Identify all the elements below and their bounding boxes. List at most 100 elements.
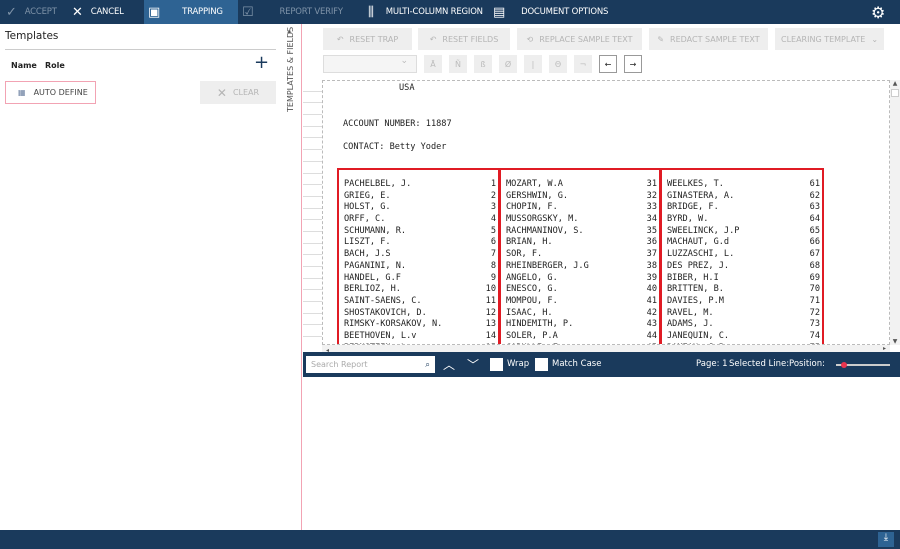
composer-name: MOZART, W.A xyxy=(506,179,563,189)
check-icon: ✓ xyxy=(6,4,17,20)
table-row: HANDEL, G.F 9 xyxy=(339,273,498,285)
tab-trapping[interactable]: ▣ TRAPPING xyxy=(144,0,238,24)
row-number: 31 xyxy=(646,179,657,189)
document-options-button[interactable]: ▤ DOCUMENT OPTIONS xyxy=(493,0,608,24)
table-row: WEELKES, T. 61 xyxy=(662,179,822,191)
next-match-icon[interactable]: ﹀ xyxy=(467,356,479,373)
cancel-button[interactable]: ✕ CANCEL xyxy=(72,0,124,24)
table-row: DAVIES, P.M 71 xyxy=(662,296,822,308)
previous-match-icon[interactable]: ︿ xyxy=(443,356,455,373)
page-indicator: Page: 1 xyxy=(696,359,728,369)
column-header-name: Name xyxy=(11,61,37,70)
row-number: 42 xyxy=(646,307,657,318)
close-icon: ✕ xyxy=(216,85,227,100)
composer-name: BRIDGE, F. xyxy=(667,202,719,213)
trap-region-column-3[interactable]: WEELKES, T. 61 GINASTERA, A. 62 BRIDGE, F. 63… xyxy=(660,168,824,344)
composer-name: WEELKES, T. xyxy=(667,179,724,189)
row-number: 8 xyxy=(490,260,496,271)
composer-name: BACH, J.S xyxy=(344,249,391,260)
row-number: 4 xyxy=(490,214,496,225)
match-case-checkbox[interactable] xyxy=(535,358,548,371)
multi-column-region-button[interactable]: ⫼ MULTI-COLUMN REGION xyxy=(368,0,483,24)
report-country: USA xyxy=(399,83,415,93)
char-button[interactable]: | xyxy=(524,55,542,73)
reset-fields-button[interactable]: ↶ RESET FIELDS xyxy=(418,28,510,50)
row-number: 9 xyxy=(490,272,496,283)
chevron-down-icon: ⌄ xyxy=(400,56,408,66)
close-icon: ✕ xyxy=(72,4,83,20)
table-row: ANGELO, G. 39 xyxy=(501,273,659,285)
replace-sample-text-button[interactable]: ⟲ REPLACE SAMPLE TEXT xyxy=(517,28,642,50)
row-number: 40 xyxy=(646,284,657,295)
composer-name: LUZZASCHI, L. xyxy=(667,249,735,260)
character-select[interactable]: ⌄ xyxy=(323,55,417,73)
char-button[interactable]: Ñ xyxy=(449,55,467,73)
search-input[interactable]: Search Report ⌕ xyxy=(306,356,435,373)
composer-name: MACHAUT, G.d xyxy=(667,237,730,248)
table-row: RAVEL, M. 72 xyxy=(662,308,822,320)
row-number: 71 xyxy=(809,295,820,306)
composer-name: HINDEMITH, P. xyxy=(506,319,574,330)
right-arrow-button[interactable]: → xyxy=(624,55,642,73)
row-number: 72 xyxy=(809,307,820,318)
reset-trap-button[interactable]: ↶ RESET TRAP xyxy=(323,28,412,50)
position-slider[interactable] xyxy=(836,362,890,368)
composer-name: JANEQUIN, C. xyxy=(667,330,730,341)
table-row: ISAAC, H. 42 xyxy=(501,308,659,320)
table-row: BRITTEN, B. 70 xyxy=(662,284,822,296)
table-row: MOZART, W.A 31 xyxy=(501,179,659,191)
composer-name: MOMPOU, F. xyxy=(506,295,558,306)
composer-name: BERLIOZ, H. xyxy=(344,284,401,295)
row-number: 69 xyxy=(809,272,820,283)
table-row: MUSSORGSKY, M. 34 xyxy=(501,214,659,226)
composer-name: RACHMANINOV, S. xyxy=(506,225,584,236)
clearing-template-dropdown[interactable]: CLEARING TEMPLATE ⌄ xyxy=(775,28,884,50)
expand-icon[interactable]: ⤓ xyxy=(878,532,894,547)
position-label: Position: xyxy=(789,359,825,369)
row-number: 32 xyxy=(646,190,657,201)
row-number: 68 xyxy=(809,260,820,271)
add-template-icon[interactable]: + xyxy=(254,52,269,73)
char-button[interactable]: ¬ xyxy=(574,55,592,73)
row-number: 13 xyxy=(485,319,496,330)
table-row: ENESCO, G. 40 xyxy=(501,284,659,296)
slider-thumb[interactable] xyxy=(841,362,848,368)
table-row: JANEQUIN, C. 74 xyxy=(662,331,822,343)
table-row: BRIAN, H. 36 xyxy=(501,237,659,249)
row-number: 67 xyxy=(809,249,820,260)
left-arrow-button[interactable]: ← xyxy=(599,55,617,73)
settings-gear-icon[interactable]: ⚙ xyxy=(871,0,885,24)
auto-define-button[interactable]: ▦ AUTO DEFINE xyxy=(5,81,96,104)
table-row: CHOPIN, F. 33 xyxy=(501,202,659,214)
row-number: 38 xyxy=(646,260,657,271)
char-button[interactable]: ß xyxy=(474,55,492,73)
columns-icon: ⫼ xyxy=(368,4,374,20)
table-row: SOR, F. 37 xyxy=(501,249,659,261)
vertical-scrollbar[interactable]: ▲ ▼ xyxy=(890,80,900,345)
tab-report-verify[interactable]: ☑ REPORT VERIFY xyxy=(242,0,343,24)
char-button[interactable]: Θ xyxy=(549,55,567,73)
composer-name: LISZT, F. xyxy=(344,237,391,248)
trap-region-column-2[interactable]: MOZART, W.A 31 GERSHWIN, G. 32 CHOPIN, F. 33 M… xyxy=(499,168,661,344)
row-number: 74 xyxy=(809,330,820,341)
char-button[interactable]: Ā xyxy=(424,55,442,73)
redact-sample-text-button[interactable]: ✎ REDACT SAMPLE TEXT xyxy=(649,28,768,50)
table-row: PAGANINI, N. 8 xyxy=(339,261,498,273)
table-row: GRIEG, E. 2 xyxy=(339,191,498,203)
row-number: 41 xyxy=(646,295,657,306)
composer-name: BRIAN, H. xyxy=(506,237,553,248)
clear-button[interactable]: ✕ CLEAR xyxy=(200,81,276,104)
table-row: RHEINBERGER, J.G 38 xyxy=(501,261,659,273)
horizontal-scrollbar[interactable]: ◂ ▸ xyxy=(322,345,890,354)
table-row: SCHUMANN, R. 5 xyxy=(339,226,498,238)
row-number: 2 xyxy=(490,190,496,201)
trap-region-column-1[interactable]: PACHELBEL, J. 1 GRIEG, E. 2 HOLST, G. 3 ORFF, … xyxy=(337,168,500,344)
report-viewer[interactable]: USA ACCOUNT NUMBER: 11887 CONTACT: Betty… xyxy=(322,80,890,345)
char-button[interactable]: Ø xyxy=(499,55,517,73)
undo-icon: ↶ xyxy=(336,34,344,44)
wrap-checkbox[interactable] xyxy=(490,358,503,371)
accept-button[interactable]: ✓ ACCEPT xyxy=(6,0,57,24)
chevron-down-icon: ⌄ xyxy=(871,34,879,44)
auto-define-icon: ▦ xyxy=(18,88,26,97)
line-gutter xyxy=(303,80,322,345)
